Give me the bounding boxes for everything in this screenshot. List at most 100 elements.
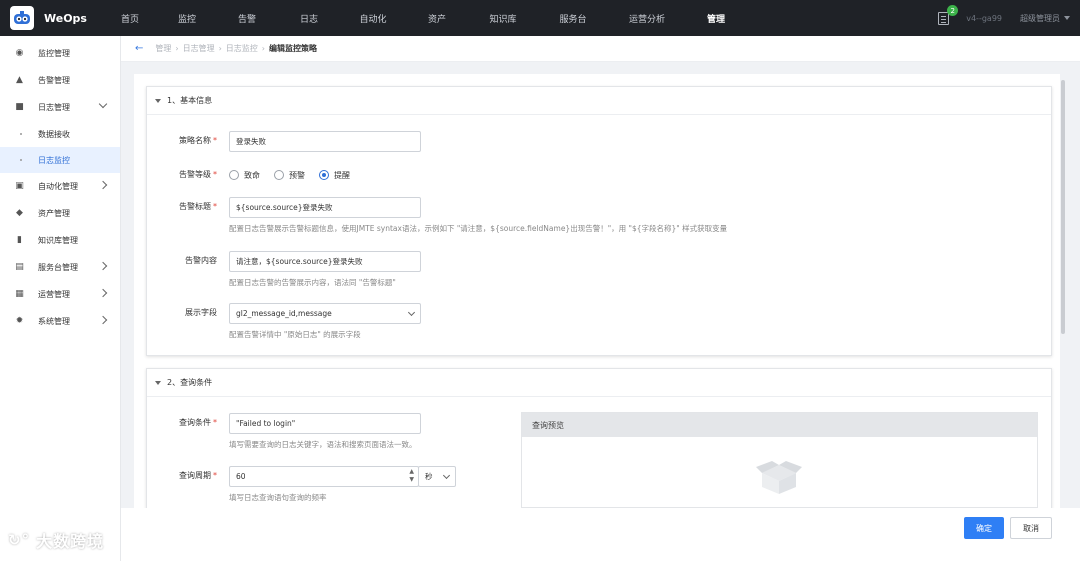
breadcrumb-item[interactable]: 日志监控 <box>226 43 258 54</box>
sidebar-item-service-management[interactable]: ▤ 服务台管理 <box>0 254 120 281</box>
notification-badge: 2 <box>947 5 959 16</box>
sidebar-item-automation-management[interactable]: ▣ 自动化管理 <box>0 173 120 200</box>
query-period-row: 查询周期 * 60 ▲ ▼ 秒 填写日志查询语句查询的频率 <box>147 466 456 503</box>
display-fields-row: 展示字段 gl2_message_id,message 配置告警详情中 "原始日… <box>147 303 421 340</box>
alert-content-input[interactable]: 请注意，${source.source}登录失败 <box>229 251 421 272</box>
sidebar-item-label: 知识库管理 <box>38 236 78 245</box>
version-label: v4--ga99 <box>966 13 1002 23</box>
sidebar-item-label: 服务台管理 <box>38 263 78 272</box>
sidebar-item-label: 系统管理 <box>38 317 70 326</box>
cancel-button[interactable]: 取消 <box>1010 517 1052 539</box>
section-header[interactable]: 1、基本信息 <box>147 87 1051 115</box>
nav-home[interactable]: 首页 <box>102 0 158 36</box>
sidebar-item-system-management[interactable]: ✹ 系统管理 <box>0 308 120 335</box>
query-preview-title: 查询预览 <box>522 413 1037 437</box>
nav-monitor[interactable]: 监控 <box>158 0 216 36</box>
alert-level-radio-group: 致命 预警 提醒 <box>229 165 364 185</box>
policy-name-input[interactable]: 登录失败 <box>229 131 421 152</box>
field-label: 查询条件 * <box>179 418 217 427</box>
main-nav: 首页 监控 告警 日志 自动化 资产 知识库 服务台 运营分析 管理 <box>102 0 746 36</box>
nav-alert[interactable]: 告警 <box>216 0 278 36</box>
field-label: 查询周期 * <box>179 471 217 480</box>
nav-knowledge[interactable]: 知识库 <box>468 0 538 36</box>
layers-icon: ◆ <box>16 208 23 218</box>
user-menu[interactable]: 超级管理员 <box>1020 13 1070 24</box>
query-hint: 填写需要查询的日志关键字，语法和搜索页面语法一致。 <box>229 440 417 449</box>
nav-automation[interactable]: 自动化 <box>340 0 406 36</box>
caret-down-icon <box>1064 16 1070 20</box>
nav-management[interactable]: 管理 <box>686 0 746 36</box>
alert-content-row: 告警内容 请注意，${source.source}登录失败 配置日志告警的告警展… <box>147 251 421 288</box>
back-arrow-icon[interactable]: ← <box>135 43 143 54</box>
display-fields-hint: 配置告警详情中 "原始日志" 的展示字段 <box>229 330 361 339</box>
breadcrumb-item[interactable]: 日志管理 <box>183 43 215 54</box>
query-preview-panel: 查询预览 <box>521 412 1038 508</box>
alert-title-hint: 配置日志告警展示告警标题信息，使用JMTE syntax语法，示例如下 "请注意… <box>229 224 728 233</box>
policy-name-row: 策略名称 * 登录失败 <box>147 131 421 152</box>
query-input[interactable]: "Failed to login" <box>229 413 421 434</box>
section-header[interactable]: 2、查询条件 <box>147 369 1051 397</box>
sidebar-item-label: 监控管理 <box>38 49 70 58</box>
sidebar-item-knowledge-management[interactable]: ▮ 知识库管理 <box>0 227 120 254</box>
settings-icon: ✹ <box>15 316 24 326</box>
user-name: 超级管理员 <box>1020 13 1060 23</box>
chevron-down-icon <box>442 471 451 480</box>
main-content: 1、基本信息 策略名称 * 登录失败 告警等级 * 致命 预警 提醒 告警标题 * $… <box>134 74 1060 508</box>
nav-analytics[interactable]: 运营分析 <box>608 0 686 36</box>
empty-box-icon <box>756 461 802 494</box>
nav-log[interactable]: 日志 <box>278 0 340 36</box>
automation-icon: ▣ <box>15 181 24 191</box>
alert-title-input[interactable]: ${source.source}登录失败 <box>229 197 421 218</box>
sidebar-item-label: 资产管理 <box>38 209 70 218</box>
display-fields-select[interactable]: gl2_message_id,message <box>229 303 421 324</box>
breadcrumb-separator: › <box>175 44 179 53</box>
confirm-button[interactable]: 确定 <box>964 517 1004 539</box>
basic-info-card: 1、基本信息 策略名称 * 登录失败 告警等级 * 致命 预警 提醒 告警标题 * $… <box>146 86 1052 356</box>
notification-icon[interactable]: 2 <box>936 5 959 27</box>
chevron-down-icon <box>407 308 416 317</box>
weops-logo-icon[interactable] <box>10 6 34 30</box>
alert-level-row: 告警等级 * 致命 预警 提醒 <box>147 165 364 185</box>
book-icon: ▮ <box>17 235 22 245</box>
alert-title-row: 告警标题 * ${source.source}登录失败 配置日志告警展示告警标题信… <box>147 197 727 234</box>
watermark-logo-icon: ↻° <box>8 531 31 549</box>
operation-icon: ▦ <box>15 289 24 299</box>
breadcrumb-item[interactable]: 管理 <box>155 43 171 54</box>
top-navbar: WeOps 首页 监控 告警 日志 自动化 资产 知识库 服务台 运营分析 管理… <box>0 0 1080 36</box>
watermark: ↻° 大数跨境 <box>8 526 104 554</box>
chevron-down-icon <box>98 99 108 109</box>
log-icon: ■ <box>15 102 24 112</box>
sidebar-item-asset-management[interactable]: ◆ 资产管理 <box>0 200 120 227</box>
scrollbar[interactable] <box>1061 74 1067 508</box>
nav-asset[interactable]: 资产 <box>406 0 468 36</box>
section-title: 2、查询条件 <box>167 378 213 387</box>
sidebar-item-operation-management[interactable]: ▦ 运营管理 <box>0 281 120 308</box>
query-period-input[interactable]: 60 ▲ ▼ <box>229 466 419 487</box>
scrollbar-thumb[interactable] <box>1061 80 1065 334</box>
chevron-right-icon <box>98 180 108 190</box>
sidebar-item-alert-management[interactable]: ▲ 告警管理 <box>0 67 120 94</box>
query-row: 查询条件 * "Failed to login" 填写需要查询的日志关键字，语法和… <box>147 413 421 450</box>
sidebar-subitem-log-monitor[interactable]: 日志监控 <box>0 147 120 173</box>
breadcrumb-separator: › <box>261 44 265 53</box>
nav-service-desk[interactable]: 服务台 <box>538 0 608 36</box>
query-period-hint: 填写日志查询语句查询的频率 <box>229 493 327 502</box>
chevron-right-icon <box>98 261 108 271</box>
collapse-triangle-icon <box>155 380 161 385</box>
sidebar-item-monitor-management[interactable]: ◉ 监控管理 <box>0 40 120 67</box>
service-icon: ▤ <box>15 262 24 272</box>
radio-fatal[interactable]: 致命 <box>229 170 260 181</box>
field-label: 告警等级 * <box>179 170 217 179</box>
sidebar-item-log-management[interactable]: ■ 日志管理 <box>0 94 120 121</box>
sidebar-subitem-data-receive[interactable]: 数据接收 <box>0 121 120 147</box>
field-label: 告警标题 * <box>179 202 217 211</box>
period-unit-select[interactable]: 秒 <box>418 466 456 487</box>
breadcrumb: ← 管理 › 日志管理 › 日志监控 › 编辑监控策略 <box>121 36 1080 62</box>
alert-content-hint: 配置日志告警的告警展示内容，语法同 "告警标题" <box>229 278 396 287</box>
sidebar-item-label: 告警管理 <box>38 76 70 85</box>
chevron-right-icon <box>98 288 108 298</box>
stepper-arrows-icon[interactable]: ▲ ▼ <box>409 468 414 484</box>
radio-warning[interactable]: 预警 <box>274 170 305 181</box>
radio-reminder[interactable]: 提醒 <box>319 170 350 181</box>
sidebar-item-label: 自动化管理 <box>38 182 78 191</box>
